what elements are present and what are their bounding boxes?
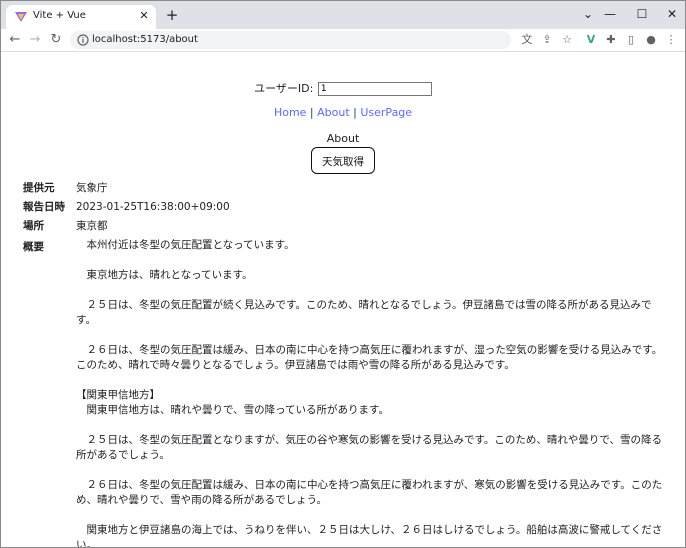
page-title: About bbox=[326, 132, 360, 145]
report-datetime-value: 2023-01-25T16:38:00+09:00 bbox=[76, 201, 230, 213]
nav-link-home[interactable]: Home bbox=[274, 106, 306, 119]
tab-vite-vue[interactable]: Vite + Vue ✕ bbox=[6, 5, 156, 29]
weather-details: 提供元 気象庁 報告日時 2023-01-25T16:38:00+09:00 場… bbox=[23, 179, 663, 548]
user-id-input[interactable] bbox=[317, 82, 432, 96]
translate-icon[interactable]: 文 bbox=[519, 32, 535, 48]
provider-value: 気象庁 bbox=[76, 182, 108, 194]
report-datetime-row: 報告日時 2023-01-25T16:38:00+09:00 bbox=[23, 198, 663, 217]
summary-row: 概要 本州付近は冬型の気圧配置となっています。 東京地方は、晴れとなっています。… bbox=[23, 236, 663, 548]
bookmark-star-icon[interactable]: ☆ bbox=[559, 32, 575, 48]
place-label: 場所 bbox=[23, 220, 44, 232]
reload-button[interactable]: ↻ bbox=[47, 31, 65, 49]
user-id-row: ユーザーID: bbox=[1, 80, 685, 96]
tab-title: Vite + Vue bbox=[33, 10, 86, 21]
close-window-button[interactable]: ✕ bbox=[661, 5, 683, 23]
maximize-button[interactable]: ☐ bbox=[631, 5, 653, 23]
nav-link-about[interactable]: About bbox=[317, 106, 350, 119]
nav-separator: | bbox=[349, 106, 361, 119]
summary-label: 概要 bbox=[23, 241, 44, 253]
provider-label: 提供元 bbox=[23, 182, 55, 194]
new-tab-button[interactable]: + bbox=[164, 6, 180, 24]
provider-row: 提供元 気象庁 bbox=[23, 179, 663, 198]
side-panel-icon[interactable]: ▯ bbox=[623, 32, 639, 48]
nav-link-userpage[interactable]: UserPage bbox=[360, 106, 412, 119]
url-text: localhost:5173/about bbox=[92, 34, 198, 45]
minimize-button[interactable]: — bbox=[599, 5, 621, 23]
tab-strip: Vite + Vue ✕ + ⌄ — ☐ ✕ bbox=[1, 1, 685, 29]
extensions-icon[interactable]: ✚ bbox=[603, 32, 619, 48]
place-value: 東京都 bbox=[76, 220, 108, 232]
nav-separator: | bbox=[306, 106, 318, 119]
report-datetime-label: 報告日時 bbox=[23, 201, 65, 213]
summary-text: 本州付近は冬型の気圧配置となっています。 東京地方は、晴れとなっています。 ２５… bbox=[76, 239, 663, 548]
address-bar[interactable]: localhost:5173/about bbox=[70, 31, 511, 49]
fetch-weather-button[interactable]: 天気取得 bbox=[311, 147, 375, 174]
share-icon[interactable]: ⇪ bbox=[539, 32, 555, 48]
user-id-label: ユーザーID: bbox=[254, 82, 314, 95]
tab-close-icon[interactable]: ✕ bbox=[137, 9, 151, 23]
router-nav: Home | About | UserPage bbox=[1, 106, 685, 119]
page-content: ユーザーID: Home | About | UserPage About 天気… bbox=[1, 52, 685, 547]
forward-button[interactable]: → bbox=[26, 31, 44, 49]
site-info-icon[interactable] bbox=[77, 34, 89, 46]
place-row: 場所 東京都 bbox=[23, 217, 663, 236]
browser-toolbar: ← → ↻ localhost:5173/about 文 ⇪ ☆ V ✚ ▯ ●… bbox=[1, 29, 685, 52]
chevron-down-icon[interactable]: ⌄ bbox=[577, 5, 599, 23]
browser-window: Vite + Vue ✕ + ⌄ — ☐ ✕ ← → ↻ localhost:5… bbox=[0, 0, 686, 548]
back-button[interactable]: ← bbox=[6, 31, 24, 49]
profile-icon[interactable]: ● bbox=[643, 32, 659, 48]
vite-logo-icon bbox=[15, 12, 27, 22]
vue-devtools-icon[interactable]: V bbox=[583, 32, 599, 48]
menu-icon[interactable]: ⋮ bbox=[663, 32, 679, 48]
